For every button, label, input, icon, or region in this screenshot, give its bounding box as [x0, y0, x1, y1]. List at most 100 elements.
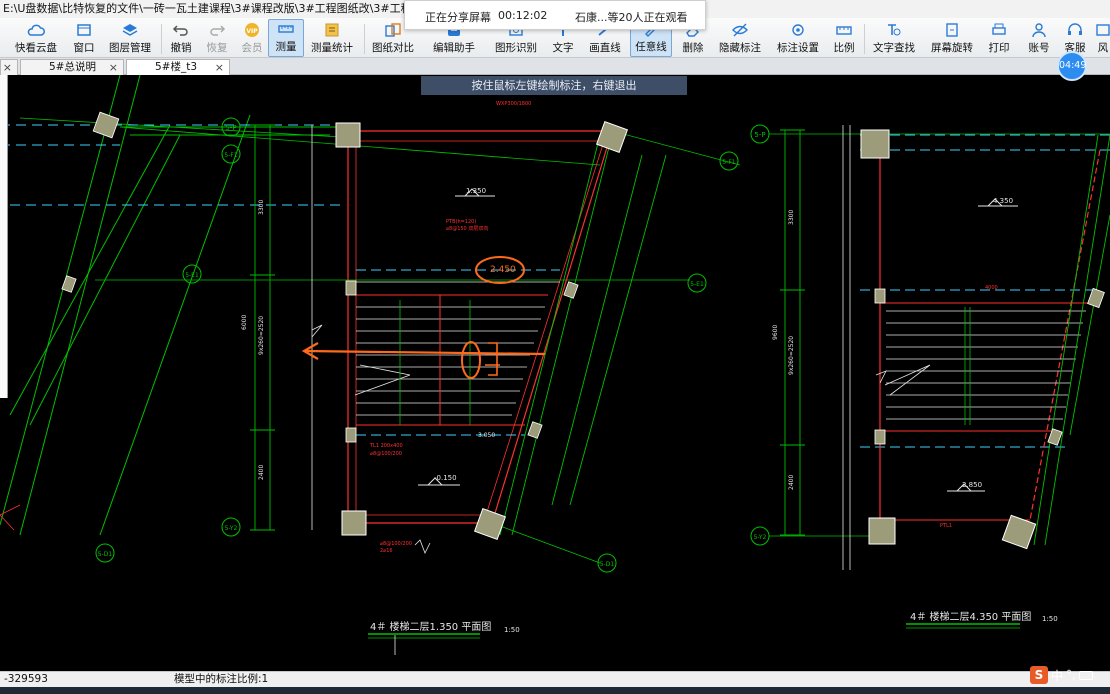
find-text-button[interactable]: 文字查找 — [870, 19, 918, 57]
svg-text:5-Y2: 5-Y2 — [754, 534, 767, 541]
headset-icon — [1068, 23, 1082, 35]
vip-badge-icon: VIP — [245, 23, 259, 37]
svg-text:9x260=2520: 9x260=2520 — [788, 336, 795, 375]
user-icon — [1032, 23, 1046, 38]
svg-text:6000: 6000 — [241, 315, 248, 330]
axis-label: 5-D1 — [98, 551, 113, 558]
share-viewers: 石康...等20人正在观看 — [575, 11, 688, 24]
axis-label: 5-P — [225, 124, 236, 132]
layer-manager-button[interactable]: 图层管理 — [106, 19, 154, 57]
svg-text:PTL1: PTL1 — [940, 523, 952, 529]
cad-drawing: 3300 6000 9x260=2520 2400 5-P 5-F1 5-E1 … — [0, 74, 1110, 655]
keyboard-icon — [1078, 670, 1093, 680]
printer-icon — [992, 23, 1006, 35]
sogou-logo-icon: S — [1030, 666, 1048, 684]
drawing-hint: 按住鼠标左键绘制标注，右键退出 — [421, 76, 687, 95]
redo-icon — [210, 25, 226, 36]
tab-general-notes[interactable]: 5#总说明 × — [20, 59, 124, 75]
vip-button[interactable]: VIP 会员 — [238, 19, 266, 57]
print-button[interactable]: 打印 — [986, 19, 1012, 57]
hide-annotations-button[interactable]: 隐藏标注 — [716, 19, 764, 57]
collapsed-side-panel[interactable] — [0, 75, 8, 398]
ime-indicator[interactable]: S 中 °, — [1030, 664, 1108, 686]
svg-text:3.050: 3.050 — [478, 432, 495, 439]
annotation-scale-text: 模型中的标注比例:1 — [174, 673, 269, 685]
taskbar-strip — [0, 687, 1110, 694]
axis-label: 5-F1 — [224, 152, 237, 159]
right-drawing-title: 4＃ 楼梯二层4.350 平面图 — [910, 610, 1031, 623]
window-icon — [77, 24, 91, 36]
svg-text:PTB(h=120): PTB(h=120) — [446, 219, 476, 225]
axis-label: 5-E1 — [185, 272, 199, 279]
rotate-screen-button[interactable]: 屏幕旋转 — [928, 19, 976, 57]
ruler-icon — [278, 25, 294, 33]
svg-text:5-Y2: 5-Y2 — [225, 525, 238, 532]
svg-text:⌀8@100/200: ⌀8@100/200 — [370, 451, 402, 457]
svg-text:3300: 3300 — [788, 210, 795, 225]
ime-punctuation: °, — [1066, 668, 1076, 682]
app-window: E:\U盘数据\比特恢复的文件\一砖一瓦土建课程\3#课程改版\3#工程图纸改\… — [0, 0, 1110, 694]
svg-text:9600: 9600 — [772, 325, 779, 340]
share-status: 正在分享屏幕 — [425, 11, 491, 24]
elevation-label: 2.850 — [962, 481, 982, 489]
scale-button[interactable]: 比例 — [830, 19, 858, 57]
elevation-label: -0.150 — [434, 474, 457, 482]
style-button[interactable]: 风 — [1096, 19, 1110, 57]
compare-icon — [385, 23, 401, 37]
svg-text:4000: 4000 — [985, 285, 998, 291]
tab-building-5-t3[interactable]: 5#楼_t3 × — [126, 59, 230, 75]
drawing-canvas[interactable]: 3300 6000 9x260=2520 2400 5-P 5-F1 5-E1 … — [0, 74, 1110, 655]
annotation-settings-button[interactable]: 标注设置 — [774, 19, 822, 57]
tab-previous[interactable]: × — [0, 59, 18, 75]
screen-share-bar: 正在分享屏幕 00:12:02 石康...等20人正在观看 — [404, 0, 706, 30]
close-icon[interactable]: × — [215, 60, 224, 75]
toolbar-separator — [864, 24, 865, 54]
svg-text:9x260=2520: 9x260=2520 — [258, 316, 265, 355]
cloud-disk-button[interactable]: 快看云盘 — [10, 19, 62, 57]
undo-button[interactable]: 撤销 — [166, 19, 196, 57]
svg-text:WXP300/1800: WXP300/1800 — [496, 101, 531, 107]
share-elapsed-time: 00:12:02 — [498, 9, 548, 22]
svg-text:⌀8@100/200: ⌀8@100/200 — [380, 541, 412, 547]
layers-icon — [122, 24, 138, 36]
toolbar-separator — [364, 24, 365, 54]
scale-ruler-icon — [836, 26, 852, 35]
account-button[interactable]: 账号 — [1026, 19, 1052, 57]
axis-label: 5-D1 — [600, 561, 615, 568]
elevation-label: 1.350 — [466, 187, 486, 195]
svg-text:VIP: VIP — [246, 28, 258, 35]
elevation-label: 4.350 — [993, 197, 1013, 205]
svg-text:2400: 2400 — [788, 475, 795, 490]
rotate-icon — [946, 23, 958, 37]
ime-mode: 中 — [1051, 668, 1064, 683]
svg-text:⌀8@150 双层双向: ⌀8@150 双层双向 — [446, 225, 488, 232]
status-bar: -329593 模型中的标注比例:1 — [0, 671, 1110, 687]
toolbar-separator — [161, 24, 162, 54]
window-menu-button[interactable]: 窗口 — [68, 19, 100, 57]
undo-icon — [172, 25, 188, 36]
right-drawing-scale: 1:50 — [1042, 615, 1058, 623]
redo-button[interactable]: 恢复 — [202, 19, 232, 57]
left-drawing-scale: 1:50 — [504, 626, 520, 634]
document-tab-bar: × 5#总说明 × 5#楼_t3 × — [0, 58, 1110, 75]
axis-label: 5-E1 — [690, 281, 704, 288]
settings-pen-icon — [792, 24, 804, 36]
measure-button[interactable]: 测量 — [268, 19, 304, 57]
stats-icon — [325, 23, 339, 37]
eye-off-icon — [732, 23, 748, 37]
close-icon[interactable]: × — [109, 60, 118, 75]
cursor-coordinates: -329593 — [4, 673, 48, 685]
close-icon[interactable]: × — [3, 60, 12, 75]
cloud-icon — [27, 24, 45, 36]
svg-text:2⌀16: 2⌀16 — [380, 548, 393, 554]
style-icon — [1096, 24, 1110, 36]
markup-elevation: 2.450 — [490, 265, 516, 275]
find-text-icon — [888, 24, 901, 36]
measure-stats-button[interactable]: 测量统计 — [309, 19, 355, 57]
left-drawing-title: 4＃ 楼梯二层1.350 平面图 — [370, 620, 491, 633]
countdown-timer[interactable]: 04:49 — [1057, 51, 1087, 81]
svg-text:2400: 2400 — [258, 465, 265, 480]
svg-text:TL1 200x400: TL1 200x400 — [369, 443, 403, 449]
axis-label: 5-P — [754, 131, 765, 139]
svg-text:3300: 3300 — [258, 200, 265, 215]
